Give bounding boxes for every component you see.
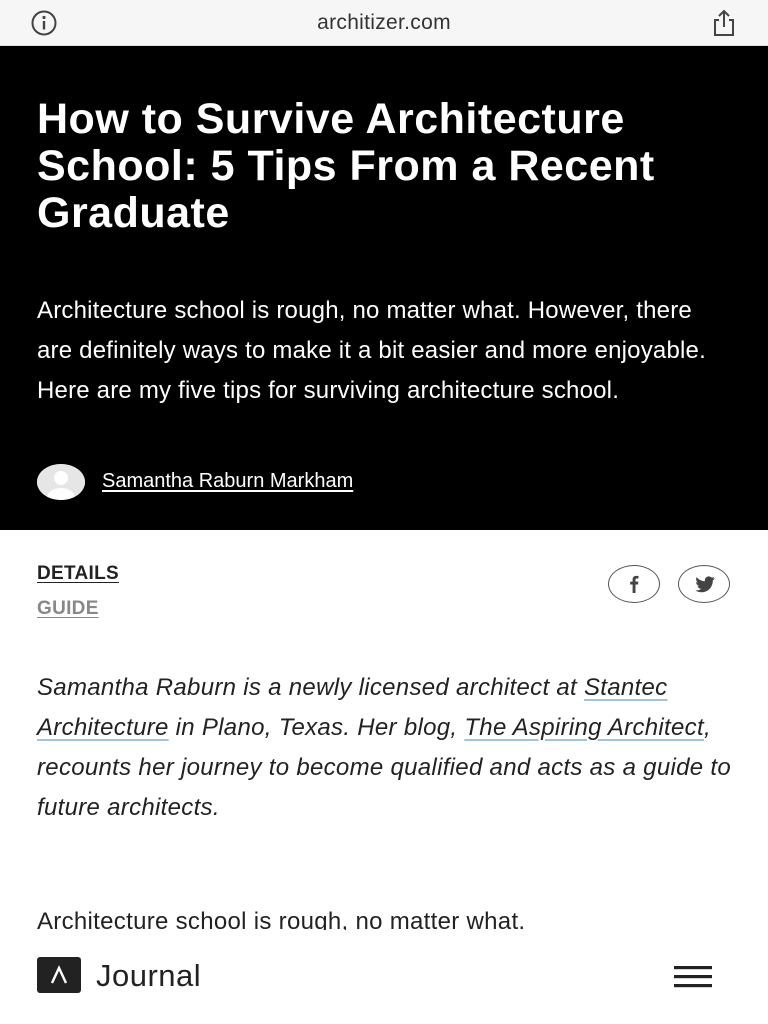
twitter-share-button[interactable] — [678, 565, 730, 603]
tag-details[interactable]: DETAILS — [37, 563, 119, 585]
url-domain[interactable]: architizer.com — [0, 0, 768, 46]
journal-brand[interactable]: Journal — [96, 958, 201, 994]
architizer-logo-icon[interactable] — [37, 957, 81, 993]
tag-guide[interactable]: GUIDE — [37, 598, 99, 620]
twitter-icon — [695, 576, 715, 593]
intro-text: in Plano, Texas. Her blog, — [168, 714, 465, 741]
author-avatar[interactable] — [37, 464, 85, 500]
share-icon[interactable] — [708, 7, 740, 39]
article-hero: How to Survive Architecture School: 5 Ti… — [0, 46, 768, 530]
facebook-share-button[interactable] — [608, 565, 660, 603]
facebook-icon — [630, 575, 639, 593]
bottom-navigation-bar: Journal — [0, 930, 768, 1024]
author-link[interactable]: Samantha Raburn Markham — [102, 470, 353, 493]
article-dek: Architecture school is rough, no matter … — [37, 297, 706, 404]
article-title: How to Survive Architecture School: 5 Ti… — [37, 95, 655, 237]
author-bio-intro: Samantha Raburn is a newly licensed arch… — [37, 668, 737, 828]
intro-text: Samantha Raburn is a newly licensed arch… — [37, 674, 584, 701]
browser-url-bar: architizer.com — [0, 0, 768, 46]
aspiring-architect-link[interactable]: The Aspiring Architect — [464, 714, 704, 741]
hamburger-menu-icon[interactable] — [674, 963, 714, 991]
